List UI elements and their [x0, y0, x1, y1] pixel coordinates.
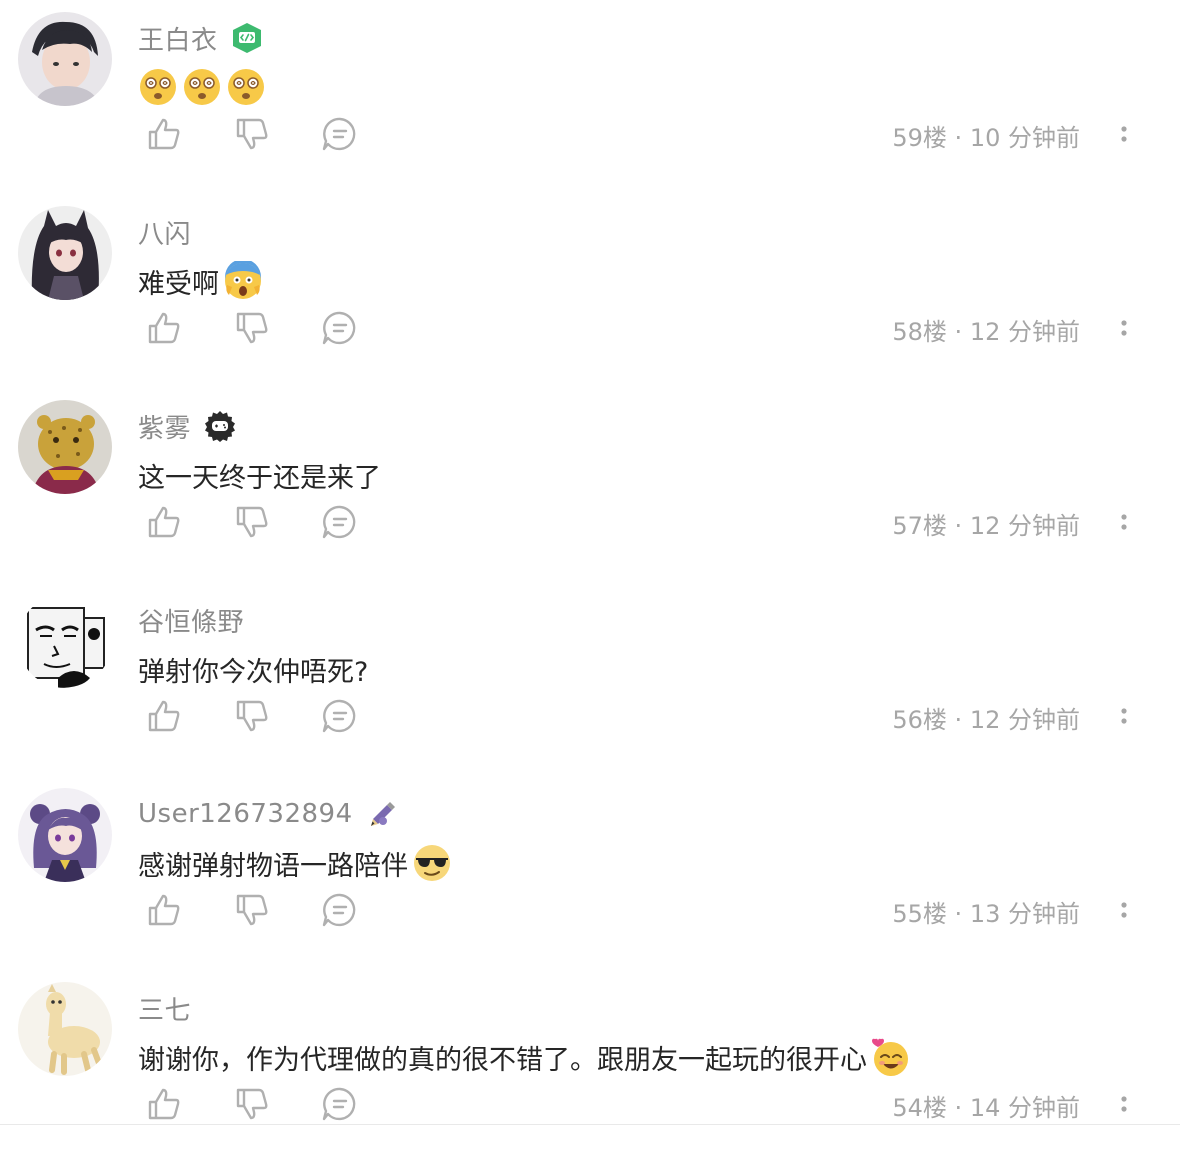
username[interactable]: 三七	[138, 990, 191, 1027]
floor-number: 55楼	[892, 900, 947, 928]
avatar[interactable]	[18, 12, 112, 106]
divider	[0, 1124, 1180, 1125]
dislike-icon[interactable]	[232, 890, 272, 930]
reply-icon[interactable]	[320, 502, 360, 542]
dislike-icon[interactable]	[232, 696, 272, 736]
username[interactable]: 谷恒條野	[138, 602, 244, 639]
floor-number: 56楼	[892, 706, 947, 734]
comment-text: 难受啊	[138, 268, 219, 300]
meta-separator: ·	[954, 512, 963, 540]
dislike-icon[interactable]	[232, 308, 272, 348]
username[interactable]: 王白衣	[138, 20, 218, 57]
comment-item: 王白衣 59楼 · 10 分钟前	[0, 0, 1180, 194]
floor-number: 59楼	[892, 124, 947, 152]
comment-text: 感谢弹射物语一路陪伴	[138, 850, 408, 882]
username[interactable]: User126732894	[138, 799, 353, 829]
reply-icon[interactable]	[320, 308, 360, 348]
comment-item: User126732894 感谢弹射物语一路陪伴 55楼 · 13 分钟前	[0, 776, 1180, 970]
comment-meta: 57楼 · 12 分钟前	[892, 506, 1080, 541]
meta-separator: ·	[954, 124, 963, 152]
floor-number: 57楼	[892, 512, 947, 540]
reply-icon[interactable]	[320, 114, 360, 154]
timestamp: 12 分钟前	[969, 318, 1080, 346]
dislike-icon[interactable]	[232, 114, 272, 154]
comment-meta: 56楼 · 12 分钟前	[892, 700, 1080, 735]
username[interactable]: 八闪	[138, 214, 191, 251]
like-icon[interactable]	[144, 114, 184, 154]
smiling-heart-face-icon	[871, 1037, 911, 1077]
comment-text: 谢谢你，作为代理做的真的很不错了。跟朋友一起玩的很开心	[138, 1044, 867, 1076]
more-options-icon[interactable]	[1108, 1084, 1140, 1124]
comment-text: 这一天终于还是来了	[138, 462, 381, 494]
avatar[interactable]	[18, 788, 112, 882]
comment-meta: 58楼 · 12 分钟前	[892, 312, 1080, 347]
more-options-icon[interactable]	[1108, 696, 1140, 736]
comment-text: 弹射你今次仲唔死?	[138, 656, 369, 688]
more-options-icon[interactable]	[1108, 308, 1140, 348]
dizzy-face-icon	[226, 67, 266, 107]
reply-icon[interactable]	[320, 696, 360, 736]
more-options-icon[interactable]	[1108, 114, 1140, 154]
timestamp: 10 分钟前	[969, 124, 1080, 152]
comment-meta: 59楼 · 10 分钟前	[892, 118, 1080, 153]
like-icon[interactable]	[144, 696, 184, 736]
more-options-icon[interactable]	[1108, 502, 1140, 542]
more-options-icon[interactable]	[1108, 890, 1140, 930]
comment-actions: 56楼 · 12 分钟前	[0, 696, 1180, 736]
comment-item: 紫雾 这一天终于还是来了 57楼 · 12 分钟前	[0, 388, 1180, 582]
avatar[interactable]	[18, 982, 112, 1076]
timestamp: 12 分钟前	[969, 706, 1080, 734]
screaming-face-icon	[223, 261, 263, 301]
dislike-icon[interactable]	[232, 502, 272, 542]
like-icon[interactable]	[144, 308, 184, 348]
like-icon[interactable]	[144, 890, 184, 930]
reply-icon[interactable]	[320, 890, 360, 930]
sunglasses-face-icon	[412, 843, 452, 883]
dizzy-face-icon	[182, 67, 222, 107]
comment-list: 王白衣 59楼 · 10 分钟前 八闪 难受啊 58楼 · 12 分钟前 紫雾 …	[0, 0, 1180, 1132]
avatar[interactable]	[18, 400, 112, 494]
dislike-icon[interactable]	[232, 1084, 272, 1124]
floor-number: 54楼	[892, 1094, 947, 1122]
comment-meta: 54楼 · 14 分钟前	[892, 1088, 1080, 1123]
comment-actions: 58楼 · 12 分钟前	[0, 308, 1180, 348]
timestamp: 12 分钟前	[969, 512, 1080, 540]
timestamp: 14 分钟前	[969, 1094, 1080, 1122]
avatar[interactable]	[18, 206, 112, 300]
comment-actions: 59楼 · 10 分钟前	[0, 114, 1180, 154]
gamepad-badge-icon	[203, 409, 237, 443]
meta-separator: ·	[954, 1094, 963, 1122]
comment-actions: 57楼 · 12 分钟前	[0, 502, 1180, 542]
username[interactable]: 紫雾	[138, 408, 191, 445]
comment-item: 八闪 难受啊 58楼 · 12 分钟前	[0, 194, 1180, 388]
floor-number: 58楼	[892, 318, 947, 346]
like-icon[interactable]	[144, 1084, 184, 1124]
meta-separator: ·	[954, 706, 963, 734]
comment-item: 谷恒條野 弹射你今次仲唔死? 56楼 · 12 分钟前	[0, 582, 1180, 776]
comment-actions: 55楼 · 13 分钟前	[0, 890, 1180, 930]
dizzy-face-icon	[138, 67, 178, 107]
meta-separator: ·	[954, 900, 963, 928]
comment-meta: 55楼 · 13 分钟前	[892, 894, 1080, 929]
reply-icon[interactable]	[320, 1084, 360, 1124]
like-icon[interactable]	[144, 502, 184, 542]
avatar[interactable]	[18, 594, 112, 688]
developer-badge-icon	[230, 21, 264, 55]
comment-actions: 54楼 · 14 分钟前	[0, 1084, 1180, 1124]
comment-item: 三七 谢谢你，作为代理做的真的很不错了。跟朋友一起玩的很开心 54楼 · 14 …	[0, 970, 1180, 1164]
pencil-badge-icon	[365, 797, 399, 831]
timestamp: 13 分钟前	[969, 900, 1080, 928]
meta-separator: ·	[954, 318, 963, 346]
